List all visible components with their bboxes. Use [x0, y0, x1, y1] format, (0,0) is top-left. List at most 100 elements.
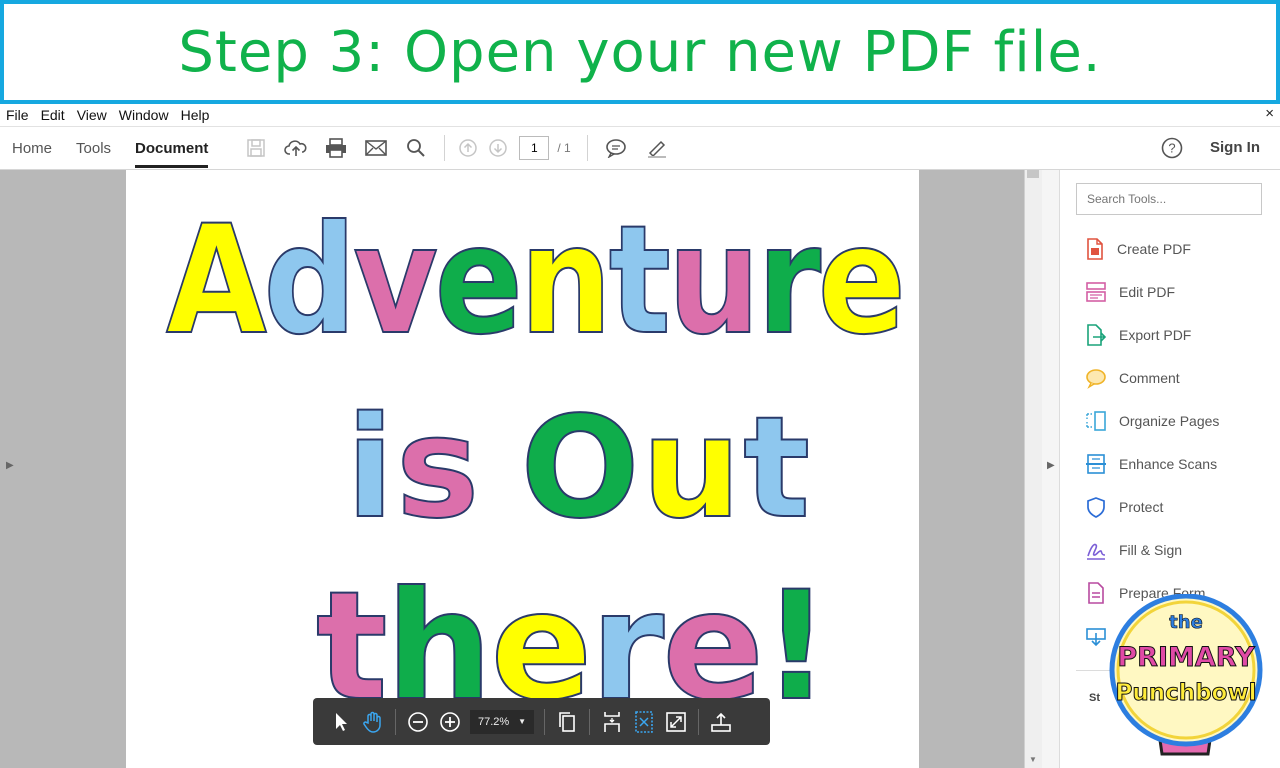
tool-label: Enhance Scans	[1119, 456, 1218, 472]
close-document-button[interactable]: ×	[1265, 105, 1274, 122]
fill-sign-icon	[1087, 543, 1106, 560]
sign-in-button[interactable]: Sign In	[1210, 139, 1260, 156]
collapse-pane-icon[interactable]: ▶	[1047, 460, 1055, 471]
document-letter: e	[435, 194, 523, 368]
document-letter: d	[263, 194, 356, 368]
tool-label: Edit PDF	[1119, 284, 1176, 300]
menu-view[interactable]: View	[71, 107, 113, 123]
edit-pdf-icon	[1086, 282, 1106, 302]
tool-organize-pages[interactable]: Organize Pages	[1085, 409, 1219, 433]
protect-icon	[1087, 497, 1105, 518]
toolbar-divider	[395, 708, 396, 735]
tool-label: Comment	[1119, 370, 1180, 386]
zoom-out-icon[interactable]	[402, 706, 434, 738]
menu-edit[interactable]: Edit	[35, 107, 71, 123]
document-line-adventure: Adventure	[165, 193, 907, 369]
logo-text-punchbowl: Punchbowl	[1115, 680, 1256, 706]
toolbar-divider	[698, 708, 699, 735]
page-number-input[interactable]: 1	[519, 136, 550, 160]
pdf-page-content: Adventure isOut there!	[165, 193, 907, 735]
banner: Step 3: Open your new PDF file.	[0, 0, 1280, 104]
document-letter: t	[743, 387, 810, 550]
document-letter: A	[166, 194, 267, 368]
search-tools-input[interactable]	[1076, 183, 1262, 215]
banner-title: Step 3: Open your new PDF file.	[178, 19, 1102, 85]
full-screen-icon[interactable]	[660, 706, 692, 738]
tools-pane-collapse-strip[interactable]: ▶	[1042, 170, 1060, 768]
scrollbar-thumb[interactable]	[1027, 170, 1039, 178]
document-letter: n	[519, 194, 612, 368]
left-panel-toggle-icon[interactable]: ▶	[6, 460, 14, 471]
pane-more-label: St	[1089, 692, 1100, 704]
toolbar-divider	[586, 135, 588, 161]
fit-page-icon[interactable]	[596, 706, 628, 738]
toolbar-divider	[444, 135, 446, 161]
document-letter: u	[642, 387, 742, 550]
tool-label: Protect	[1119, 499, 1164, 515]
tab-document[interactable]: Document	[123, 126, 220, 170]
comment-icon[interactable]	[596, 133, 636, 163]
export-pdf-icon	[1087, 324, 1107, 346]
zoom-level-value: 77.2%	[478, 715, 510, 728]
create-pdf-icon	[1087, 238, 1103, 260]
toolbar-divider	[589, 708, 590, 735]
tool-create-pdf[interactable]: Create PDF	[1085, 237, 1191, 261]
document-letter: O	[521, 387, 640, 550]
help-icon[interactable]: ?	[1160, 136, 1184, 165]
vertical-scrollbar[interactable]: ▼	[1024, 170, 1042, 768]
tool-export-pdf[interactable]: Export PDF	[1085, 323, 1191, 347]
menu-file[interactable]: File	[0, 107, 35, 123]
tool-edit-pdf[interactable]: Edit PDF	[1085, 280, 1175, 304]
svg-text:?: ?	[1168, 141, 1175, 156]
select-cursor-icon[interactable]	[325, 706, 357, 738]
tab-tools[interactable]: Tools	[64, 126, 123, 170]
document-letter: i	[346, 387, 394, 550]
logo-text-primary: PRIMARY	[1117, 642, 1255, 673]
save-icon[interactable]	[236, 133, 276, 163]
organize-pages-icon	[1086, 411, 1106, 431]
tool-label: Export PDF	[1119, 327, 1192, 343]
document-letter: r	[757, 194, 821, 368]
cloud-upload-icon[interactable]	[276, 133, 316, 163]
chevron-down-icon: ▼	[518, 717, 526, 726]
document-viewport[interactable]: ▶ Adventure isOut t h e r e!	[0, 170, 1024, 768]
primary-punchbowl-logo: the PRIMARY Punchbowl	[1104, 593, 1266, 758]
menu-window[interactable]: Window	[113, 107, 175, 123]
tool-label: Create PDF	[1117, 241, 1191, 257]
menu-bar: File Edit View Window Help ×	[0, 104, 1280, 126]
toolbar-divider	[544, 708, 545, 735]
tool-protect[interactable]: Protect	[1085, 495, 1163, 519]
email-icon[interactable]	[356, 133, 396, 163]
pdf-page: Adventure isOut t h e r e!	[126, 170, 919, 768]
logo-text-the: the	[1169, 612, 1203, 633]
page-total: / 1	[557, 141, 571, 155]
floating-page-toolbar: 77.2% ▼	[313, 698, 770, 745]
tab-home[interactable]: Home	[0, 126, 64, 170]
tool-label: Organize Pages	[1119, 413, 1220, 429]
tool-comment[interactable]: Comment	[1085, 366, 1180, 390]
document-letter: !	[762, 560, 830, 734]
highlight-pen-icon[interactable]	[636, 133, 676, 163]
share-upload-icon[interactable]	[705, 706, 737, 738]
document-line-is-out: isOut	[345, 386, 811, 551]
document-letter: t	[609, 194, 671, 368]
tool-fill-sign[interactable]: Fill & Sign	[1085, 538, 1182, 562]
zoom-in-icon[interactable]	[434, 706, 466, 738]
document-letter: s	[396, 387, 479, 550]
tool-enhance-scans[interactable]: Enhance Scans	[1085, 452, 1217, 476]
previous-page-icon[interactable]	[453, 133, 483, 163]
print-icon[interactable]	[316, 133, 356, 163]
fit-width-icon[interactable]	[628, 706, 660, 738]
tool-label: Fill & Sign	[1119, 542, 1183, 558]
search-icon[interactable]	[396, 133, 436, 163]
scroll-down-icon[interactable]: ▼	[1029, 755, 1037, 764]
page-view-icon[interactable]	[551, 706, 583, 738]
enhance-scans-icon	[1086, 454, 1106, 474]
menu-help[interactable]: Help	[175, 107, 216, 123]
document-letter: v	[353, 194, 438, 368]
hand-tool-icon[interactable]	[357, 706, 389, 738]
comment-icon	[1086, 369, 1106, 389]
document-letter: u	[668, 194, 761, 368]
zoom-level-select[interactable]: 77.2% ▼	[470, 709, 534, 734]
next-page-icon[interactable]	[483, 133, 513, 163]
